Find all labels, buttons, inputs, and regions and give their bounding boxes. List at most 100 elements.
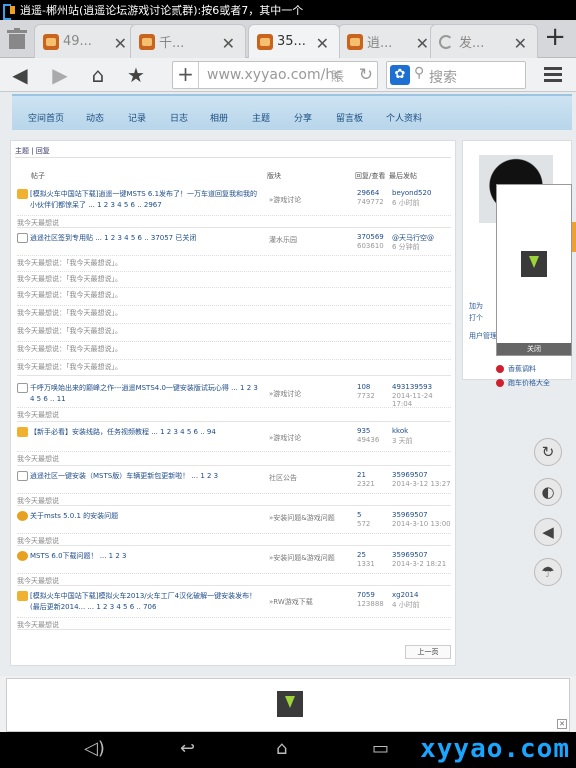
site-favicon-icon [43,33,59,50]
prev-page-button[interactable]: 上一页 [405,645,451,659]
header-reply: 回复/查看 [355,172,386,180]
locked-thread-icon [17,233,28,243]
qr-label: 賬 [331,70,345,85]
site-favicon-icon [139,33,155,50]
tab-4[interactable]: 逍... ✕ [338,24,440,58]
breadcrumb[interactable]: 主题 | 回复 [15,146,50,156]
home-system-icon[interactable]: ⌂ [276,738,287,759]
watermark-logo: xyyao.com [420,734,570,764]
side-link-2[interactable]: 跑车价格大全 [496,378,550,388]
greet-link[interactable]: 打个 [469,313,483,323]
umbrella-fab-icon[interactable]: ☂ [534,558,562,586]
thread-icon [17,471,28,481]
header-forum: 版块 [267,172,281,180]
back-system-icon[interactable]: ↩ [180,738,195,759]
url-text[interactable]: www.xyyao.com/hc [207,67,347,83]
baidu-paw-icon: ✿ [390,65,410,85]
tab-strip: 49... ✕ 千... ✕ 35... ✕ 逍... ✕ 发... ✕ + [0,20,576,58]
hot-thread-icon [17,427,28,437]
system-nav-bar: ◁) ↩ ⌂ ▭ xyyao.com [0,732,576,768]
close-popup-button[interactable]: 关闭 [497,343,571,355]
quote-line: 我今天最想说：「我今天最想说」。 [17,271,451,283]
nav-thread[interactable]: 主题 [252,111,270,124]
header-post: 帖子 [31,172,45,180]
back-icon[interactable]: ◀ [8,63,32,87]
home-icon[interactable]: ⌂ [86,63,110,87]
menu-icon[interactable] [544,67,562,83]
tab-5[interactable]: 发... ✕ [430,24,538,58]
status-bar: 逍遥-郴州站(逍遥论坛游戏讨论贰群):按6或者7，其中一个 [0,0,576,20]
hot-thread-icon [17,591,28,601]
hand-icon [17,551,28,561]
hot-thread-icon [17,189,28,199]
close-ad-icon[interactable]: ✕ [557,719,567,729]
quote-line: 我今天最想说 [17,215,451,227]
quote-line: 我今天最想说：「我今天最想说」。 [17,359,451,371]
add-friend-link[interactable]: 加为 [469,301,483,311]
app-logo-icon [2,3,16,20]
close-tab-icon[interactable]: ✕ [416,34,429,53]
new-tab-button[interactable]: + [544,22,566,52]
quote-line: 我今天最想说 [17,451,451,463]
scroll-indicator[interactable] [572,222,576,252]
download-icon[interactable] [277,691,303,717]
quote-line: 我今天最想说：「我今天最想说」。 [17,305,451,317]
close-tab-icon[interactable]: ✕ [316,34,329,53]
refresh-fab-icon[interactable]: ↻ [534,438,562,466]
search-placeholder: 搜索 [429,70,457,86]
floating-ad-popup: 关闭 [496,184,572,356]
nav-guestbook[interactable]: 留言板 [336,111,363,124]
close-tab-icon[interactable]: ✕ [114,34,127,53]
nav-feed[interactable]: 动态 [86,111,104,124]
quote-line: 我今天最想说 [17,617,451,629]
quote-line: 我今天最想说 [17,407,451,419]
quote-line: 我今天最想说：「我今天最想说」。 [17,287,451,299]
loading-icon [439,34,453,49]
back-fab-icon[interactable]: ◀ [534,518,562,546]
quote-line: 我今天最想说 [17,493,451,505]
header-last: 最后发帖 [389,172,417,180]
side-links: 香蕉调料 跑车价格大全 [496,364,550,392]
bottom-ad-banner[interactable]: ✕ [6,678,570,732]
quote-line: 我今天最想说：「我今天最想说」。 [17,341,451,353]
tab-3-active[interactable]: 35... ✕ [248,24,340,58]
user-admin-link[interactable]: 用户管理 [469,331,497,341]
space-nav: 空间首页 动态 记录 日志 相册 主题 分享 留言板 个人资料 [12,94,572,130]
reload-icon[interactable]: ↻ [359,65,373,85]
download-icon[interactable] [521,251,547,277]
search-box[interactable]: ✿ ⚲ 搜索 [386,61,526,89]
nav-album[interactable]: 相册 [210,111,228,124]
nav-blog[interactable]: 日志 [170,111,188,124]
forward-icon[interactable]: ▶ [48,63,72,87]
navigation-bar: ◀ ▶ ⌂ ★ + www.xyyao.com/hc 賬 ↻ ✿ ⚲ 搜索 [0,58,576,92]
thread-icon [17,383,28,393]
quote-line: 我今天最想说 [17,573,451,585]
address-bar[interactable]: + www.xyyao.com/hc 賬 ↻ [172,61,378,89]
bullet-icon [496,365,504,373]
search-icon: ⚲ [414,65,425,81]
hand-icon [17,511,28,521]
trash-icon[interactable] [4,26,30,52]
status-title: 逍遥-郴州站(逍遥论坛游戏讨论贰群):按6或者7，其中一个 [20,4,304,17]
page-viewport: 空间首页 动态 记录 日志 相册 主题 分享 留言板 个人资料 主题 | 回复 … [0,92,576,676]
side-link-1[interactable]: 香蕉调料 [496,364,550,374]
close-tab-icon[interactable]: ✕ [514,34,527,53]
thread-list: 主题 | 回复 帖子 版块 回复/查看 最后发帖 [模拟火车中国站下载]逍遥一键… [10,140,456,666]
tab-1[interactable]: 49... ✕ [34,24,138,58]
close-tab-icon[interactable]: ✕ [222,34,235,53]
tab-2[interactable]: 千... ✕ [130,24,246,58]
add-bookmark-icon[interactable]: + [173,62,199,88]
bullet-icon [496,379,504,387]
nav-record[interactable]: 记录 [128,111,146,124]
quote-line: 我今天最想说 [17,533,451,545]
recents-icon[interactable]: ▭ [372,738,389,759]
volume-icon[interactable]: ◁) [84,738,105,759]
quote-line: 我今天最想说：「我今天最想说」。 [17,323,451,335]
nav-share[interactable]: 分享 [294,111,312,124]
quote-line: 我今天最想说：「我今天最想说」。 [17,255,451,267]
nav-profile[interactable]: 个人资料 [386,111,422,124]
night-mode-fab-icon[interactable]: ◐ [534,478,562,506]
site-favicon-icon [347,33,363,50]
nav-home[interactable]: 空间首页 [28,111,64,124]
bookmark-star-icon[interactable]: ★ [124,63,148,87]
